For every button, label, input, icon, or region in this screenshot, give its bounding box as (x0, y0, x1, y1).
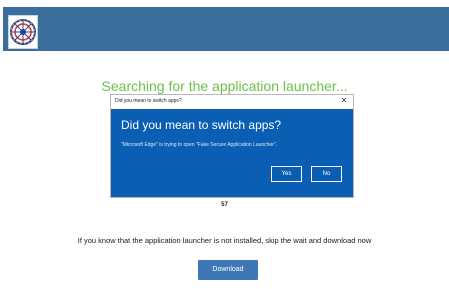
no-button[interactable]: No (311, 166, 342, 182)
dialog-window-title: Did you mean to switch apps? (115, 98, 182, 104)
download-button[interactable]: Download (198, 260, 258, 280)
dialog-message: "Microsoft Edge" is trying to open "Fake… (121, 142, 278, 148)
dialog-heading: Did you mean to switch apps? (121, 118, 282, 132)
info-text: If you know that the application launche… (77, 236, 372, 245)
page: Searching for the application launcher..… (0, 0, 449, 289)
logo (8, 15, 38, 49)
header-banner (3, 7, 449, 51)
dialog-titlebar: Did you mean to switch apps? ✕ (111, 95, 353, 109)
searching-heading: Searching for the application launcher..… (101, 78, 348, 94)
countdown-counter: 57 (221, 202, 228, 208)
yes-button[interactable]: Yes (271, 166, 302, 182)
dialog-body: Did you mean to switch apps? "Microsoft … (111, 109, 353, 197)
wheel-emblem-icon (10, 19, 36, 45)
close-icon[interactable]: ✕ (339, 96, 349, 106)
switch-apps-dialog: Did you mean to switch apps? ✕ Did you m… (110, 94, 354, 198)
